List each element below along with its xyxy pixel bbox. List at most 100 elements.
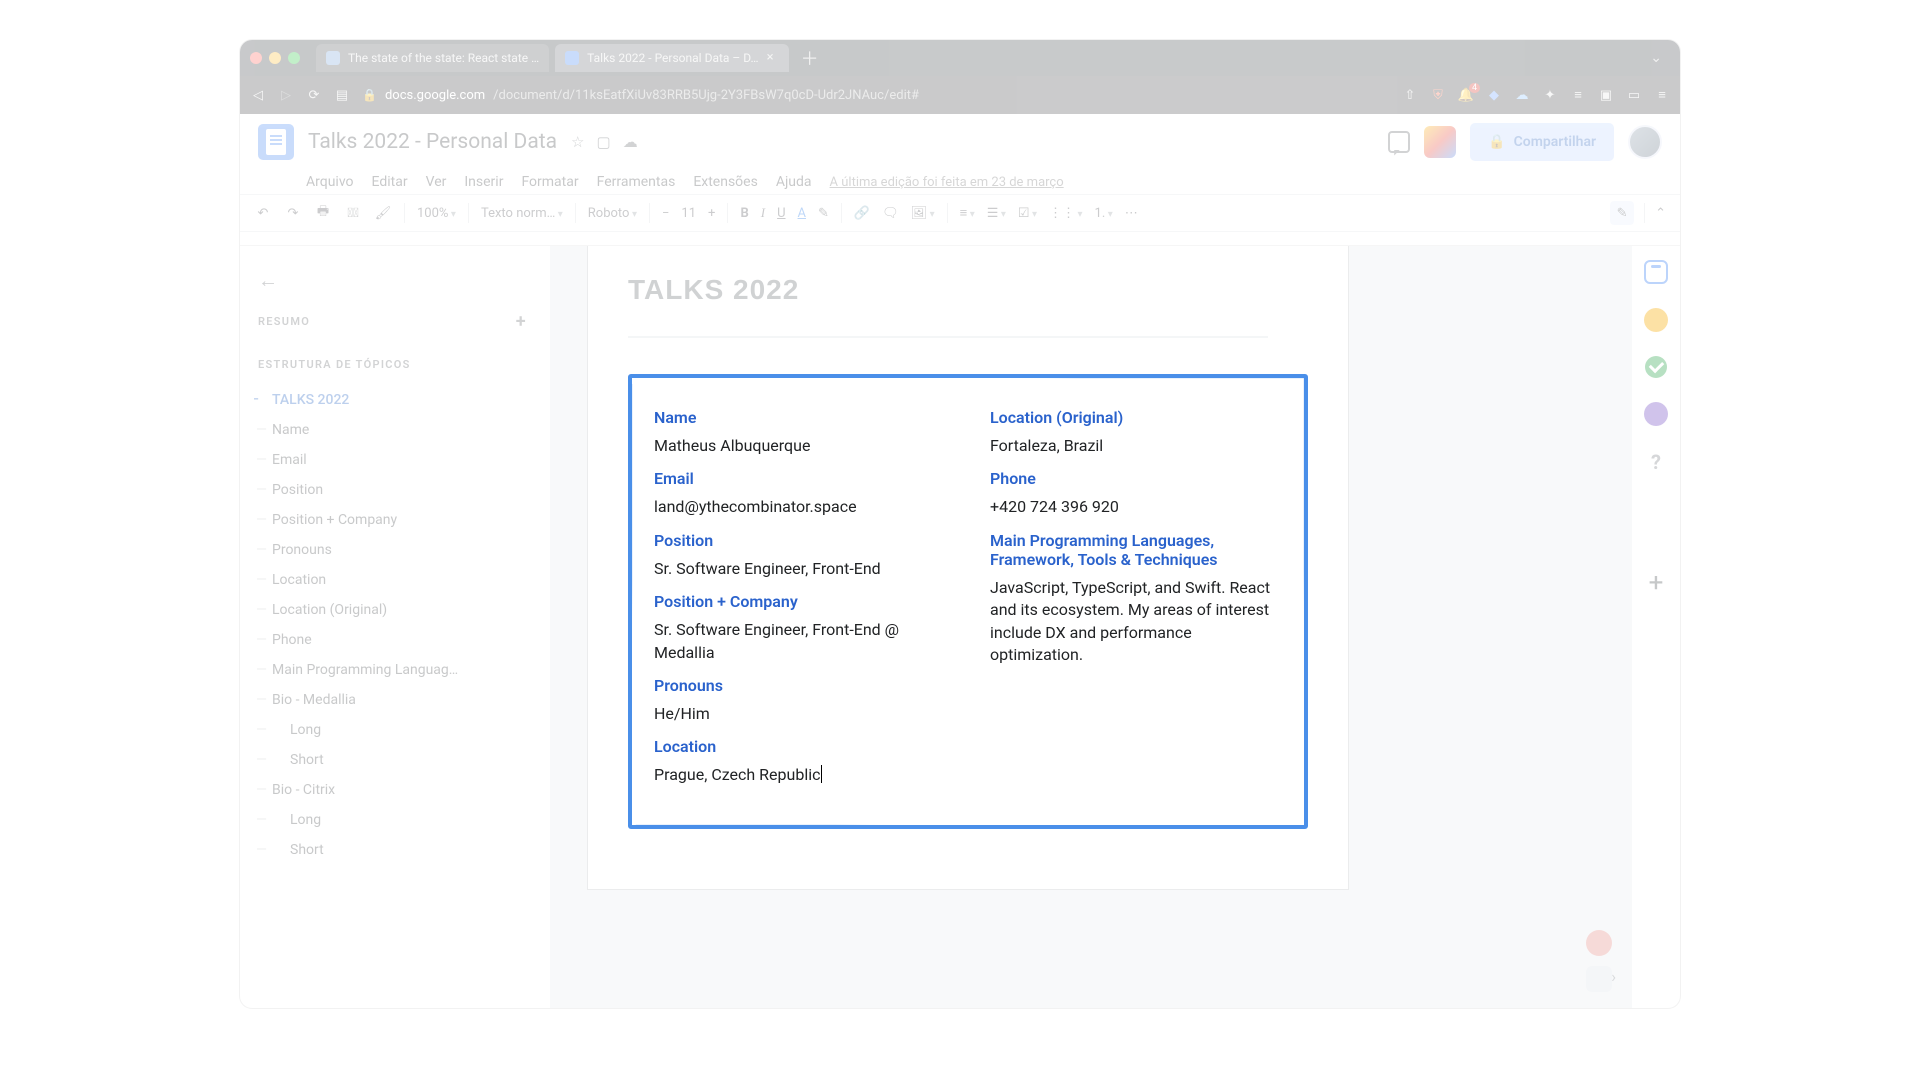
outline-item[interactable]: —Position + Company — [254, 505, 531, 535]
outline-item[interactable]: —Main Programming Languag… — [254, 655, 531, 685]
menu-item[interactable]: Ver — [426, 174, 447, 190]
url-field[interactable]: 🔒 docs.google.com/document/d/11ksEatfXiU… — [362, 88, 1390, 103]
outline-item[interactable]: —Location — [254, 565, 531, 595]
outline-item-label: Main Programming Languag… — [272, 662, 458, 678]
tasks-icon[interactable] — [1645, 356, 1667, 378]
outline-item[interactable]: —Position — [254, 475, 531, 505]
text-color-icon[interactable]: A — [798, 206, 806, 221]
outline-item[interactable]: —Short — [254, 745, 531, 775]
document-canvas[interactable]: TALKS 2022 NameMatheus AlbuquerqueEmaill… — [550, 246, 1632, 1008]
tabs-overflow-icon[interactable]: ⌄ — [1642, 50, 1670, 66]
font-select[interactable]: Roboto — [588, 206, 637, 221]
extensions-icon[interactable]: ▤ — [334, 87, 350, 103]
pip-icon[interactable]: ▣ — [1598, 87, 1614, 103]
checklist-icon[interactable]: ☑ — [1018, 206, 1037, 221]
line-spacing-icon[interactable]: ☰ — [987, 206, 1006, 221]
browser-tab-inactive[interactable]: The state of the state: React state … — [316, 44, 549, 72]
redo-icon[interactable]: ↷ — [284, 204, 302, 222]
addons-plus-icon[interactable]: + — [1649, 568, 1664, 598]
nav-forward-icon: ▷ — [278, 87, 294, 103]
more-icon[interactable]: ⋯ — [1125, 206, 1138, 221]
side-panel: ? + — [1632, 246, 1680, 1008]
outline-item[interactable]: —Email — [254, 445, 531, 475]
close-tab-icon[interactable]: × — [767, 52, 779, 64]
menu-item[interactable]: Extensões — [693, 174, 758, 190]
new-tab-button[interactable]: ＋ — [795, 45, 825, 71]
insert-image-icon[interactable]: 🖼 — [911, 206, 935, 221]
outline-item[interactable]: TALKS 2022 — [254, 385, 531, 415]
font-size-decrease[interactable]: − — [662, 206, 669, 221]
star-icon[interactable]: ☆ — [571, 133, 584, 151]
account-avatar[interactable] — [1628, 125, 1662, 159]
outline-item[interactable]: —Phone — [254, 625, 531, 655]
menu-item[interactable]: Ajuda — [776, 174, 812, 190]
outline-item[interactable]: —Bio - Citrix — [254, 775, 531, 805]
chevron-right-icon[interactable]: › — [1611, 967, 1616, 986]
outline-item[interactable]: —Long — [254, 715, 531, 745]
menu-item[interactable]: Formatar — [521, 174, 578, 190]
menu-item[interactable]: Arquivo — [306, 174, 354, 190]
print-icon[interactable]: 🖶 — [314, 204, 332, 222]
menu-icon[interactable]: ≡ — [1654, 87, 1670, 103]
share-icon[interactable]: ⇧ — [1402, 87, 1418, 103]
editing-mode-icon[interactable]: ✎ — [1610, 201, 1634, 225]
outline-item[interactable]: —Short — [254, 835, 531, 865]
contacts-icon[interactable] — [1644, 402, 1668, 426]
reload-icon[interactable]: ⟳ — [306, 87, 322, 103]
outline-list: TALKS 2022—Name—Email—Position—Position … — [254, 385, 531, 865]
explore-badge-icon[interactable] — [1586, 930, 1612, 956]
outline-back-icon[interactable]: ← — [258, 268, 531, 293]
style-select[interactable]: Texto norm… — [481, 206, 563, 221]
close-window-icon[interactable] — [250, 52, 262, 64]
move-icon[interactable]: ▢ — [597, 133, 611, 151]
outline-item[interactable]: —Pronouns — [254, 535, 531, 565]
paint-format-icon[interactable]: 🖌 — [374, 204, 392, 222]
zoom-select[interactable]: 100% — [417, 206, 456, 221]
document-page[interactable]: TALKS 2022 NameMatheus AlbuquerqueEmaill… — [588, 246, 1348, 889]
align-icon[interactable]: ≡ — [960, 205, 975, 221]
link-icon[interactable]: 🔗 — [854, 206, 870, 221]
comments-icon[interactable] — [1388, 131, 1410, 153]
browser-tab-active[interactable]: Talks 2022 - Personal Data – D… × — [555, 44, 788, 72]
outline-item[interactable]: —Location (Original) — [254, 595, 531, 625]
keep-icon[interactable] — [1644, 308, 1668, 332]
notification-icon[interactable]: 🔔4 — [1458, 87, 1474, 103]
reader-icon[interactable]: ≡ — [1570, 87, 1586, 103]
shield-icon[interactable]: ⛨ — [1430, 87, 1446, 103]
highlight-color-icon[interactable]: ✎ — [818, 206, 829, 221]
ext1-icon[interactable]: ◆ — [1486, 87, 1502, 103]
window-icon[interactable]: ▭ — [1626, 87, 1642, 103]
outline-item[interactable]: —Bio - Medallia — [254, 685, 531, 715]
outline-item[interactable]: —Long — [254, 805, 531, 835]
bulleted-list-icon[interactable]: ⋮⋮ — [1049, 206, 1083, 221]
numbered-list-icon[interactable]: 1. — [1095, 206, 1113, 221]
bold-icon[interactable]: B — [740, 206, 748, 221]
last-edit-text[interactable]: A última edição foi feita em 23 de março — [830, 175, 1064, 190]
spellcheck-icon[interactable]: Ａ̲ — [344, 204, 362, 222]
document-title[interactable]: Talks 2022 - Personal Data — [308, 130, 557, 154]
nav-back-icon[interactable]: ◁ — [250, 87, 266, 103]
italic-icon[interactable]: I — [761, 205, 765, 221]
undo-icon[interactable]: ↶ — [254, 204, 272, 222]
menu-item[interactable]: Editar — [372, 174, 408, 190]
outline-item[interactable]: —Name — [254, 415, 531, 445]
calendar-icon[interactable] — [1644, 260, 1668, 284]
add-summary-icon[interactable]: + — [516, 311, 527, 332]
share-button[interactable]: 🔒 Compartilhar — [1470, 123, 1614, 161]
font-size-value[interactable]: 11 — [681, 206, 696, 221]
meet-icon[interactable] — [1424, 126, 1456, 158]
font-size-increase[interactable]: + — [708, 206, 715, 221]
menu-item[interactable]: Ferramentas — [597, 174, 676, 190]
chevron-up-icon[interactable]: ⌃ — [1655, 206, 1666, 221]
ruler — [240, 232, 1680, 246]
fullscreen-window-icon[interactable] — [288, 52, 300, 64]
explore-button[interactable] — [1586, 966, 1612, 992]
menu-item[interactable]: Inserir — [464, 174, 503, 190]
ext2-icon[interactable]: ☁︎ — [1514, 87, 1530, 103]
puzzle-icon[interactable]: ✦ — [1542, 87, 1558, 103]
minimize-window-icon[interactable] — [269, 52, 281, 64]
underline-icon[interactable]: U — [777, 206, 785, 221]
comment-icon[interactable]: 🗨 — [882, 206, 899, 221]
google-docs-logo[interactable] — [258, 124, 294, 160]
maps-icon[interactable]: ? — [1651, 450, 1661, 474]
